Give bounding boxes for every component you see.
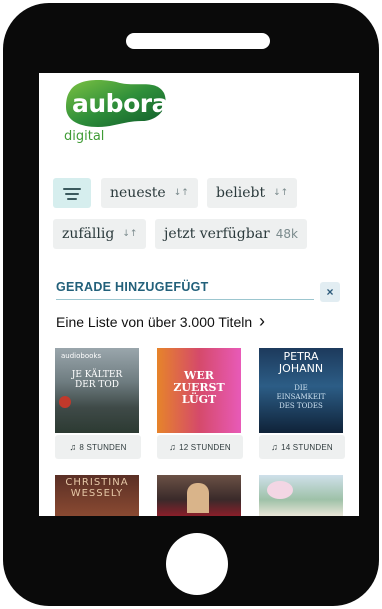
duration-label: 12 STUNDEN xyxy=(179,442,231,452)
menu-icon xyxy=(67,198,77,200)
sort-icon: ↓↑ xyxy=(173,188,189,198)
logo-subtitle: digital xyxy=(64,129,105,144)
aubora-logo[interactable]: aubora digital xyxy=(58,77,168,147)
filter-menu-button[interactable] xyxy=(53,178,91,208)
cover-badge-dot xyxy=(59,396,71,408)
cover-author: CHRISTINA WESSELY xyxy=(65,477,129,499)
book-duration: ♫ 14 STUNDEN xyxy=(259,435,345,459)
section-divider xyxy=(56,299,314,300)
headphones-icon: ♫ xyxy=(169,442,177,452)
cover-title: DIE EINSAMKEIT DES TODES xyxy=(276,384,326,410)
cover-figure xyxy=(187,483,209,513)
sort-icon: ↓↑ xyxy=(122,229,138,239)
book-cover[interactable]: PETRA JOHANN DIE EINSAMKEIT DES TODES xyxy=(259,348,343,433)
book-cover[interactable]: audiobooks JE KÄLTER DER TOD xyxy=(55,348,139,433)
cover-title: WER ZUERST LÜGT xyxy=(173,369,225,406)
book-cover[interactable]: CHRISTINA WESSELY xyxy=(55,475,139,516)
duration-label: 14 STUNDEN xyxy=(281,442,333,452)
filter-chip-beliebt[interactable]: beliebt ↓↑ xyxy=(207,178,298,208)
app-screen: aubora digital neueste ↓↑ beliebt ↓↑ zuf… xyxy=(39,73,359,516)
headphones-icon: ♫ xyxy=(69,442,77,452)
filter-label: neueste xyxy=(110,185,166,201)
book-duration: ♫ 8 STUNDEN xyxy=(55,435,141,459)
section-title: GERADE HINZUGEFÜGT xyxy=(56,280,209,294)
menu-icon xyxy=(65,193,79,195)
sort-icon: ↓↑ xyxy=(273,188,289,198)
logo-wordmark: aubora xyxy=(72,89,168,118)
title-list-link[interactable]: Eine Liste von über 3.000 Titeln › xyxy=(56,311,265,332)
title-list-label: Eine Liste von über 3.000 Titeln xyxy=(56,314,253,330)
cover-author: PETRA JOHANN xyxy=(278,350,324,375)
cover-title: JE KÄLTER DER TOD xyxy=(71,370,123,390)
filter-count: 48k xyxy=(275,227,298,241)
phone-frame: aubora digital neueste ↓↑ beliebt ↓↑ zuf… xyxy=(3,3,379,606)
chevron-right-icon: › xyxy=(259,311,266,331)
filter-label: jetzt verfügbar xyxy=(164,226,270,242)
filter-label: beliebt xyxy=(216,185,266,201)
book-duration: ♫ 12 STUNDEN xyxy=(157,435,243,459)
cover-blossom xyxy=(267,481,293,499)
close-icon[interactable]: × xyxy=(320,282,340,302)
filter-chip-zufaellig[interactable]: zufällig ↓↑ xyxy=(53,219,147,249)
home-button[interactable] xyxy=(166,533,228,595)
menu-icon xyxy=(63,188,81,190)
cover-badge: audiobooks xyxy=(61,352,102,360)
filter-chip-neueste[interactable]: neueste ↓↑ xyxy=(101,178,198,208)
speaker-slot xyxy=(126,33,270,49)
headphones-icon: ♫ xyxy=(271,442,279,452)
book-cover[interactable] xyxy=(157,475,241,516)
duration-label: 8 STUNDEN xyxy=(79,442,127,452)
book-cover[interactable] xyxy=(259,475,343,516)
filter-chip-jetzt-verfuegbar[interactable]: jetzt verfügbar 48k xyxy=(155,219,307,249)
filter-label: zufällig xyxy=(62,226,115,242)
book-cover[interactable]: WER ZUERST LÜGT xyxy=(157,348,241,433)
